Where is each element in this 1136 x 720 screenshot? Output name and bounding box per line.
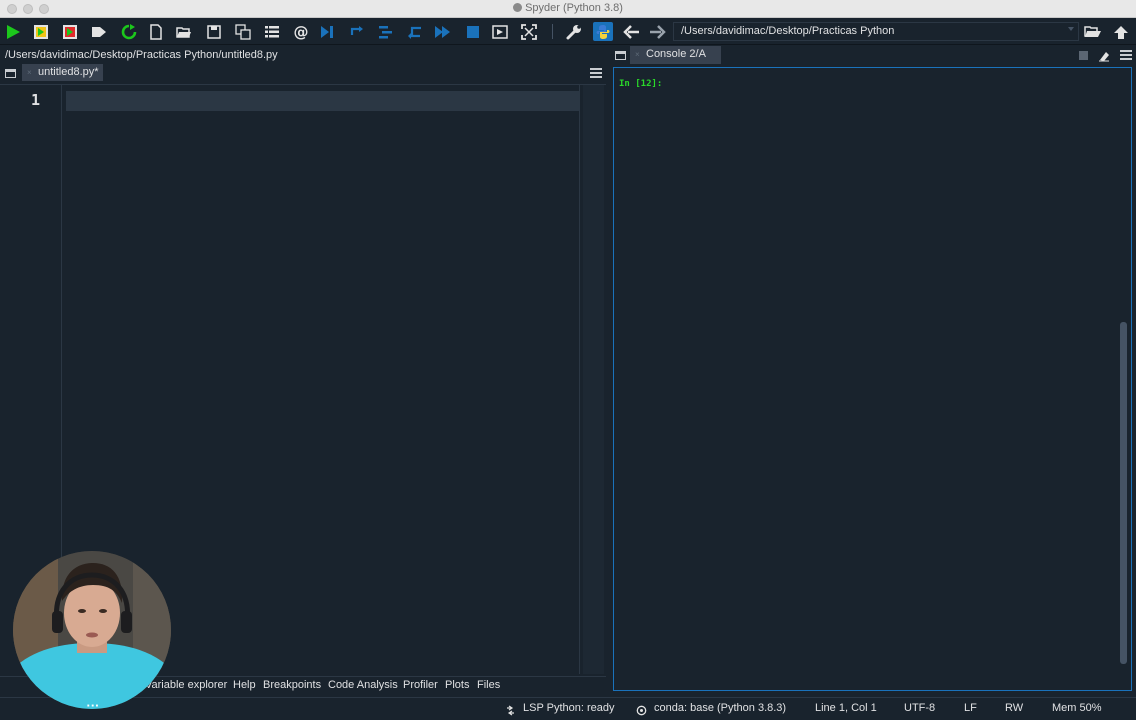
maximize-pane-icon[interactable] <box>490 22 510 41</box>
cursor-position: Line 1, Col 1 <box>815 702 877 714</box>
status-bar: LSP Python: ready conda: base (Python 3.… <box>0 697 1136 720</box>
parent-dir-icon[interactable] <box>1111 22 1131 41</box>
console-tab-bar: × Console 2/A <box>612 45 1136 65</box>
browse-folder-icon[interactable] <box>1083 22 1103 41</box>
editor-menu-icon[interactable] <box>590 68 602 78</box>
close-tab-icon[interactable]: × <box>635 50 640 59</box>
forward-arrow-icon[interactable] <box>647 22 667 41</box>
eraser-icon[interactable] <box>1098 49 1110 67</box>
outline-icon[interactable] <box>262 22 282 41</box>
tab-variable-explorer[interactable]: Variable explorer <box>145 679 227 691</box>
editor-tab-bar: × untitled8.py* <box>0 63 606 82</box>
end-of-line: LF <box>964 702 977 714</box>
open-file-icon[interactable] <box>174 22 194 41</box>
wrench-icon[interactable] <box>564 22 584 41</box>
console-menu-icon[interactable] <box>1120 50 1132 60</box>
working-directory-combo[interactable]: /Users/davidimac/Desktop/Practicas Pytho… <box>673 22 1079 41</box>
webcam-overlay <box>13 551 171 709</box>
pane-options-icon[interactable] <box>5 69 16 78</box>
file-encoding: UTF-8 <box>904 702 936 714</box>
tab-code-analysis[interactable]: Code Analysis <box>328 679 398 691</box>
conda-icon <box>636 703 647 716</box>
memory-usage: Mem 50% <box>1052 702 1102 714</box>
tab-untitled8[interactable]: × untitled8.py* <box>22 64 103 81</box>
save-all-icon[interactable] <box>233 22 253 41</box>
spyder-logo-icon <box>513 3 523 12</box>
working-directory-path: /Users/davidimac/Desktop/Practicas Pytho… <box>681 25 895 37</box>
tab-label: Console 2/A <box>646 48 706 60</box>
edge-line <box>579 85 580 674</box>
conda-env-status[interactable]: conda: base (Python 3.8.3) <box>654 702 786 714</box>
step-return-icon[interactable] <box>405 22 425 41</box>
current-line-highlight[interactable] <box>66 91 579 111</box>
console-scrollbar[interactable] <box>1120 322 1127 664</box>
close-tab-icon[interactable]: × <box>27 68 32 77</box>
save-icon[interactable] <box>204 22 224 41</box>
tab-files[interactable]: Files <box>477 679 500 691</box>
editor-file-path: /Users/davidimac/Desktop/Practicas Pytho… <box>5 49 278 61</box>
tab-plots[interactable]: Plots <box>445 679 469 691</box>
tab-console-2a[interactable]: × Console 2/A <box>630 46 721 64</box>
window-title: Spyder (Python 3.8) <box>525 2 623 14</box>
new-file-icon[interactable] <box>146 22 166 41</box>
run-cell-advance-icon[interactable] <box>60 22 80 41</box>
debug-icon[interactable] <box>317 22 337 41</box>
tab-breakpoints[interactable]: Breakpoints <box>263 679 321 691</box>
fullscreen-icon[interactable] <box>519 22 539 41</box>
at-icon[interactable]: @ <box>291 22 311 41</box>
back-arrow-icon[interactable] <box>622 22 642 41</box>
editor-scrollbar[interactable] <box>583 85 604 674</box>
svg-text:@: @ <box>294 23 309 41</box>
continue-icon[interactable] <box>433 22 453 41</box>
step-icon[interactable] <box>347 22 367 41</box>
run-selection-icon[interactable] <box>89 22 109 41</box>
spyder-window: Spyder (Python 3.8) @ /Users/davidimac/D… <box>0 0 1136 720</box>
lsp-icon <box>505 703 516 716</box>
title-bar: Spyder (Python 3.8) <box>0 0 1136 18</box>
tab-profiler[interactable]: Profiler <box>403 679 438 691</box>
tab-help[interactable]: Help <box>233 679 256 691</box>
file-permissions: RW <box>1005 702 1024 714</box>
step-into-icon[interactable] <box>376 22 396 41</box>
more-options-button[interactable]: ··· <box>80 698 106 716</box>
run-icon[interactable] <box>3 22 23 41</box>
lsp-status[interactable]: LSP Python: ready <box>523 702 615 714</box>
stop-icon[interactable] <box>463 22 483 41</box>
console-prompt: In [12]: <box>619 79 663 89</box>
line-number: 1 <box>30 91 40 109</box>
pane-options-icon[interactable] <box>615 51 626 60</box>
rerun-icon[interactable] <box>119 22 139 41</box>
chevron-down-icon[interactable] <box>1068 27 1074 31</box>
tab-label: untitled8.py* <box>38 66 99 78</box>
run-cell-icon[interactable] <box>31 22 51 41</box>
stop-kernel-icon[interactable] <box>1079 51 1088 60</box>
ipython-console[interactable]: In [12]: <box>613 67 1132 691</box>
python-path-icon[interactable] <box>593 22 613 41</box>
